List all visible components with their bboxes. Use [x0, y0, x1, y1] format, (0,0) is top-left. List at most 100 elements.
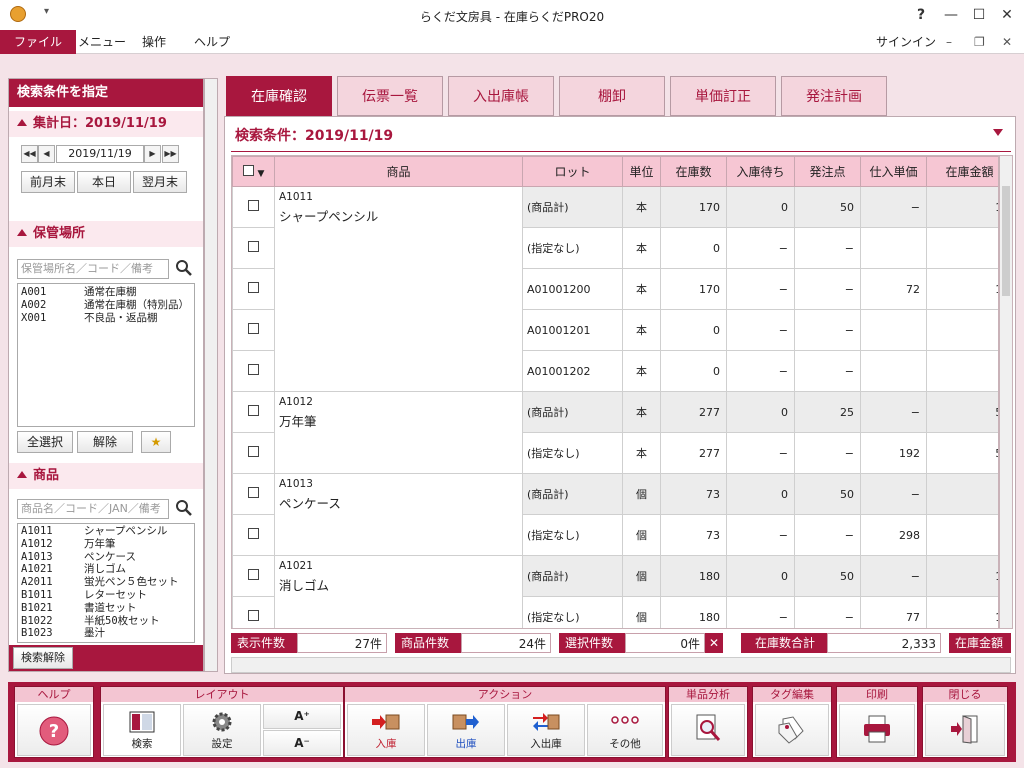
- row-checkbox[interactable]: [232, 432, 275, 474]
- product-name[interactable]: 消しゴム: [84, 563, 126, 576]
- maximize-icon[interactable]: ☐: [966, 4, 992, 26]
- checkbox-icon[interactable]: [248, 364, 259, 375]
- checkbox-icon[interactable]: [248, 610, 259, 621]
- receive-button[interactable]: 入庫: [347, 704, 425, 756]
- checkbox-icon[interactable]: [248, 487, 259, 498]
- row-checkbox[interactable]: [232, 309, 275, 351]
- ribbon-minimize-icon[interactable]: –: [946, 30, 952, 54]
- condition-toggle-icon[interactable]: [993, 129, 1003, 136]
- column-header[interactable]: 入庫待ち: [726, 156, 795, 187]
- product-name[interactable]: ペンケース: [84, 551, 136, 564]
- table-row[interactable]: A1012万年筆(商品計)本277025−5:: [232, 391, 998, 474]
- search-icon[interactable]: [175, 259, 193, 277]
- location-list[interactable]: A001 通常在庫棚 A002 通常在庫棚（特別品） X001 不良品・返品棚: [17, 283, 195, 427]
- product-name[interactable]: シャープペンシル: [84, 525, 167, 538]
- help-icon[interactable]: ?: [908, 4, 934, 26]
- header-select-all[interactable]: ▼: [232, 156, 275, 187]
- location-code[interactable]: A002: [21, 299, 46, 312]
- clear-search-button[interactable]: 検索解除: [13, 647, 73, 669]
- ribbon-close-icon[interactable]: ✕: [1002, 30, 1012, 54]
- table-row[interactable]: A1021消しゴム(商品計)個180050−1:: [232, 555, 998, 628]
- location-section-header[interactable]: 保管場所: [9, 221, 203, 247]
- row-checkbox[interactable]: [232, 473, 275, 515]
- column-header[interactable]: 仕入単価: [860, 156, 927, 187]
- row-checkbox[interactable]: [232, 596, 275, 628]
- menu-operation[interactable]: 操作: [130, 30, 178, 54]
- checkbox-icon[interactable]: [248, 405, 259, 416]
- ship-button[interactable]: 出庫: [427, 704, 505, 756]
- minimize-icon[interactable]: —: [938, 4, 964, 26]
- column-header[interactable]: 商品: [274, 156, 523, 187]
- table-row[interactable]: A1011シャープペンシル(商品計)本170050−1:: [232, 186, 998, 392]
- product-code[interactable]: A2011: [21, 576, 53, 589]
- item-analysis-button[interactable]: [671, 704, 745, 756]
- product-code[interactable]: A1013: [21, 551, 53, 564]
- table-horizontal-scrollbar[interactable]: [231, 657, 1011, 673]
- menu-menu[interactable]: メニュー: [66, 30, 138, 54]
- left-panel-scrollbar[interactable]: [204, 78, 218, 672]
- tab-order-plan[interactable]: 発注計画: [781, 76, 887, 116]
- column-header[interactable]: 単位: [622, 156, 661, 187]
- product-name[interactable]: 半紙50枚セット: [84, 615, 160, 628]
- scroll-thumb[interactable]: [1002, 186, 1010, 296]
- location-search-input[interactable]: 保管場所名／コード／備考: [17, 259, 169, 279]
- help-button[interactable]: ?: [17, 704, 91, 756]
- search-icon[interactable]: [175, 499, 193, 517]
- prev-month-end-button[interactable]: 前月末: [21, 171, 75, 193]
- product-list[interactable]: A1011 シャープペンシル A1012 万年筆 A1013 ペンケース A1021 消しゴム…: [17, 523, 195, 643]
- checkbox-icon[interactable]: [248, 528, 259, 539]
- close-button[interactable]: [925, 704, 1005, 756]
- row-checkbox[interactable]: [232, 186, 275, 228]
- checkbox-icon[interactable]: [248, 282, 259, 293]
- other-actions-button[interactable]: その他: [587, 704, 663, 756]
- product-name[interactable]: 蛍光ペン５色セット: [84, 576, 179, 589]
- row-checkbox[interactable]: [232, 514, 275, 556]
- menu-file[interactable]: ファイル: [0, 30, 77, 54]
- clear-selection-icon[interactable]: ✕: [705, 633, 723, 653]
- menu-help[interactable]: ヘルプ: [182, 30, 242, 54]
- location-name[interactable]: 通常在庫棚（特別品）: [84, 299, 189, 312]
- today-button[interactable]: 本日: [77, 171, 131, 193]
- tab-slip-list[interactable]: 伝票一覧: [337, 76, 443, 116]
- column-header[interactable]: ロット: [522, 156, 623, 187]
- product-section-header[interactable]: 商品: [9, 463, 203, 489]
- column-header[interactable]: 発注点: [794, 156, 861, 187]
- prev-date-button[interactable]: ◀: [38, 145, 55, 163]
- ribbon-restore-icon[interactable]: ❐: [974, 30, 985, 54]
- product-code[interactable]: B1021: [21, 602, 53, 615]
- product-name[interactable]: 墨汁: [84, 627, 105, 640]
- close-window-icon[interactable]: ✕: [994, 4, 1020, 26]
- tab-inout-ledger[interactable]: 入出庫帳: [448, 76, 554, 116]
- product-search-input[interactable]: 商品名／コード／JAN／備考: [17, 499, 169, 519]
- row-checkbox[interactable]: [232, 350, 275, 392]
- settings-button[interactable]: 設定: [183, 704, 261, 756]
- table-row[interactable]: A1013ペンケース(商品計)個73050−2: [232, 473, 998, 556]
- checkbox-icon[interactable]: [248, 200, 259, 211]
- date-section-header[interactable]: 集計日：2019/11/19: [9, 111, 203, 137]
- location-code[interactable]: A001: [21, 286, 46, 299]
- tab-inventory-count[interactable]: 棚卸: [559, 76, 665, 116]
- product-code[interactable]: B1023: [21, 627, 53, 640]
- row-checkbox[interactable]: [232, 391, 275, 433]
- row-checkbox[interactable]: [232, 555, 275, 597]
- search-layout-button[interactable]: 検索: [103, 704, 181, 756]
- checkbox-icon[interactable]: [248, 569, 259, 580]
- product-code[interactable]: B1011: [21, 589, 53, 602]
- product-name[interactable]: レターセット: [84, 589, 147, 602]
- location-code[interactable]: X001: [21, 312, 46, 325]
- checkbox-icon[interactable]: [248, 241, 259, 252]
- row-checkbox[interactable]: [232, 268, 275, 310]
- next-date-button[interactable]: ▶: [144, 145, 161, 163]
- column-header[interactable]: 在庫金額: [926, 156, 998, 187]
- product-code[interactable]: A1012: [21, 538, 53, 551]
- row-checkbox[interactable]: [232, 227, 275, 269]
- font-decrease-button[interactable]: A⁻: [263, 730, 341, 756]
- clear-selection-button[interactable]: 解除: [77, 431, 133, 453]
- first-date-button[interactable]: ◀◀: [21, 145, 38, 163]
- product-code[interactable]: A1011: [21, 525, 53, 538]
- location-name[interactable]: 通常在庫棚: [84, 286, 137, 299]
- print-button[interactable]: [839, 704, 915, 756]
- checkbox-icon[interactable]: [248, 323, 259, 334]
- product-name[interactable]: 書道セット: [84, 602, 137, 615]
- receive-ship-button[interactable]: 入出庫: [507, 704, 585, 756]
